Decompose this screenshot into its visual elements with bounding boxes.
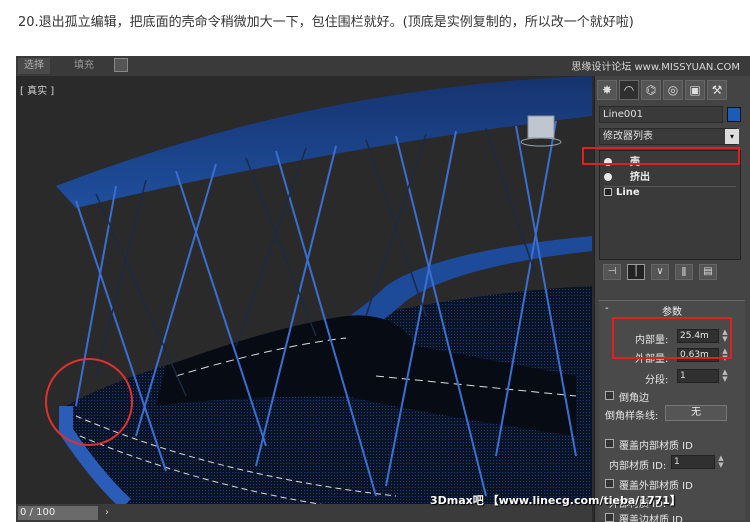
- tab-select[interactable]: 选择: [18, 58, 50, 74]
- stack-item-line[interactable]: Line: [604, 186, 736, 198]
- override-inner-checkbox[interactable]: [605, 439, 614, 448]
- inner-mat-id-field[interactable]: 1: [671, 455, 715, 469]
- command-panel: ✸ ◠ ⌬ ◎ ▣ ⚒ Line001 修改器列表 ▾ 壳 挤出 Line ⊣ …: [594, 76, 750, 522]
- viewcube-icon[interactable]: [527, 115, 555, 139]
- next-frame-button[interactable]: ›: [100, 506, 114, 520]
- pin-stack-icon[interactable]: ⊣: [603, 264, 621, 280]
- motion-icon[interactable]: ◎: [663, 80, 683, 100]
- corner-highlight-circle: [45, 358, 133, 446]
- site-watermark: 3Dmax吧 【www.linecg.com/tieba/1771】: [430, 494, 681, 507]
- override-edge-label: 覆盖边材质 ID: [619, 515, 683, 522]
- modify-icon[interactable]: ◠: [619, 80, 639, 100]
- frame-counter[interactable]: 0 / 100: [18, 506, 98, 520]
- inner-mat-id-label: 内部材质 ID:: [609, 461, 667, 472]
- inner-mat-id-spinner[interactable]: ▲ ▼: [717, 455, 725, 469]
- modifier-stack: 壳 挤出 Line: [599, 150, 741, 260]
- viewport-label[interactable]: [ 真实 ]: [20, 82, 54, 97]
- create-icon[interactable]: ✸: [597, 80, 617, 100]
- max-screenshot: 选择 填充 思缘设计论坛 www.MISSYUAN.COM [真实] 0 /…: [16, 56, 750, 522]
- rollout-title[interactable]: 参数: [599, 303, 745, 318]
- segments-label: 分段:: [645, 375, 669, 386]
- bevel-spline-label: 倒角样条线:: [605, 411, 659, 422]
- utilities-hammer-icon[interactable]: ⚒: [707, 80, 727, 100]
- tab-fill[interactable]: 填充: [68, 58, 100, 74]
- shell-highlight-box: [582, 147, 740, 165]
- top-toolbar: 选择 填充 思缘设计论坛 www.MISSYUAN.COM: [16, 56, 750, 76]
- make-unique-icon[interactable]: ∨: [651, 264, 669, 280]
- segments-field[interactable]: 1: [677, 369, 719, 383]
- override-outer-label: 覆盖外部材质 ID: [619, 481, 693, 492]
- display-icon[interactable]: ▣: [685, 80, 705, 100]
- forum-watermark: 思缘设计论坛 www.MISSYUAN.COM: [571, 62, 740, 73]
- object-name-field[interactable]: Line001: [599, 106, 723, 123]
- remove-modifier-icon[interactable]: ǁ: [675, 264, 693, 280]
- override-edge-checkbox[interactable]: [605, 513, 614, 522]
- show-end-result-icon[interactable]: │: [627, 264, 645, 280]
- hierarchy-icon[interactable]: ⌬: [641, 80, 661, 100]
- bevel-edges-checkbox[interactable]: [605, 391, 614, 400]
- expand-icon[interactable]: [604, 188, 612, 196]
- stack-item-extrude[interactable]: 挤出: [604, 172, 650, 184]
- object-color-swatch[interactable]: [727, 107, 741, 122]
- modifier-list-dropdown[interactable]: 修改器列表: [599, 128, 737, 145]
- dropdown-icon[interactable]: [114, 58, 128, 72]
- configure-sets-icon[interactable]: ▤: [699, 264, 717, 280]
- segments-spinner[interactable]: ▲ ▼: [721, 369, 729, 383]
- lightbulb-icon[interactable]: [604, 173, 612, 181]
- chevron-down-icon[interactable]: ▾: [725, 129, 739, 144]
- bevel-spline-none-button[interactable]: 无: [665, 405, 727, 421]
- amount-highlight-box: [612, 317, 732, 359]
- override-inner-label: 覆盖内部材质 ID: [619, 441, 693, 452]
- instruction-caption: 20.退出孤立编辑，把底面的壳命令稍微加大一下，包住围栏就好。(顶底是实例复制的…: [18, 15, 634, 30]
- bevel-edges-label: 倒角边: [619, 393, 649, 404]
- override-outer-checkbox[interactable]: [605, 479, 614, 488]
